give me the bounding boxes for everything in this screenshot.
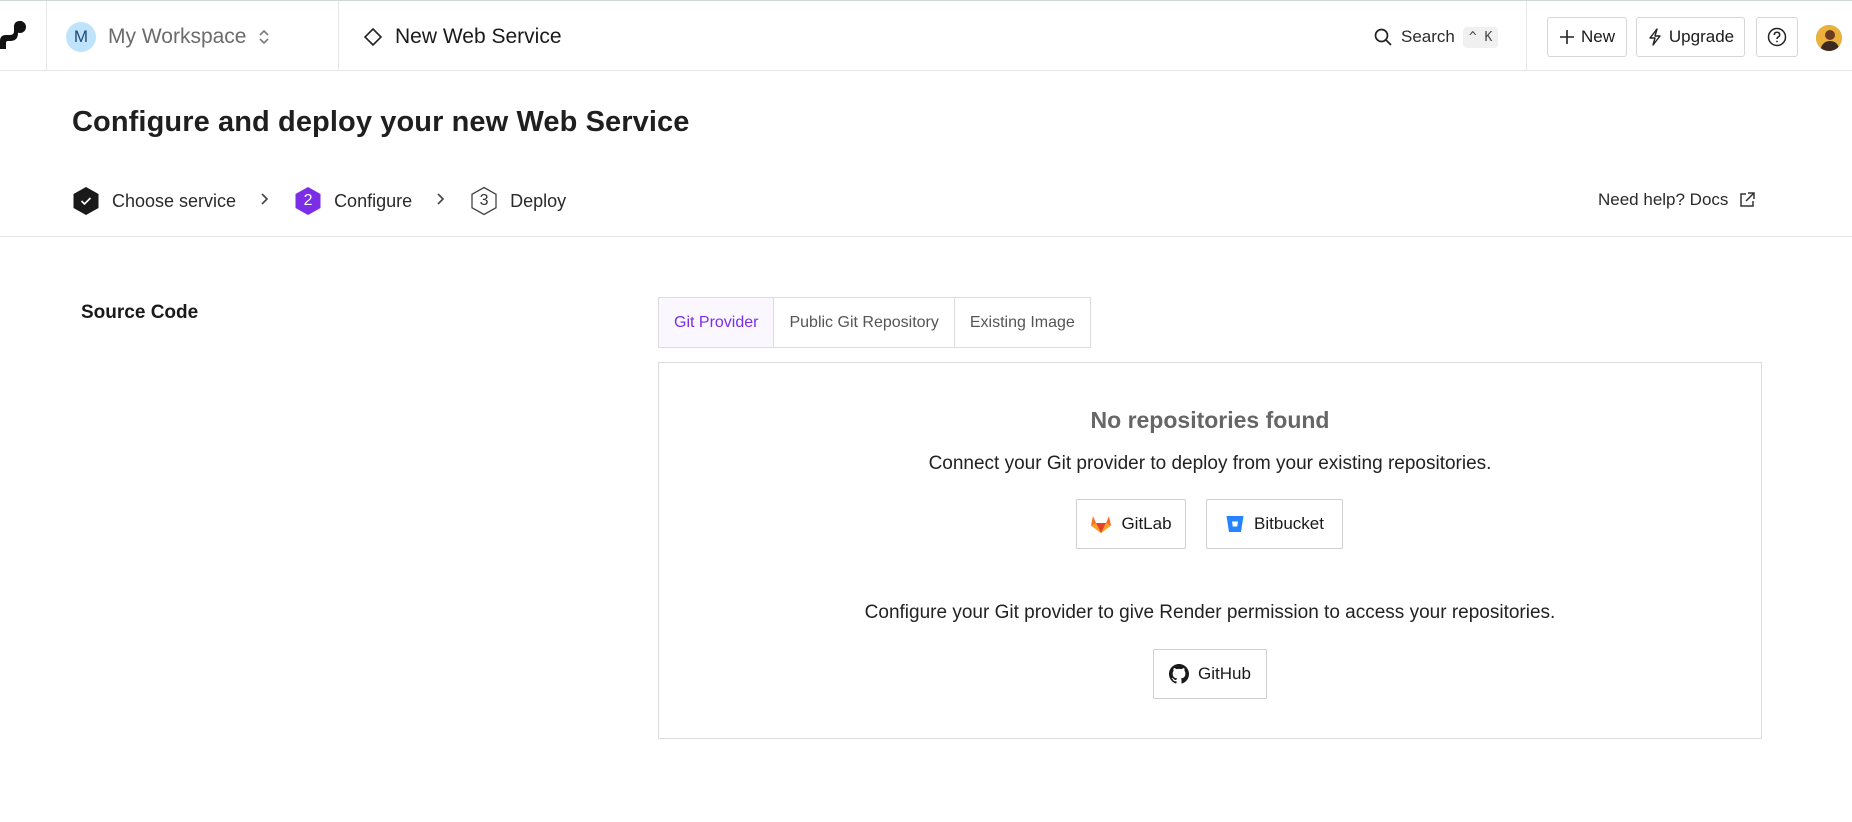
github-icon [1169, 664, 1190, 684]
docs-link[interactable]: Need help? Docs [1598, 190, 1756, 210]
breadcrumb-label: New Web Service [395, 25, 562, 48]
user-avatar[interactable] [1816, 25, 1842, 51]
plus-icon [1559, 30, 1574, 44]
help-icon [1767, 27, 1787, 47]
empty-state-title: No repositories found [1090, 407, 1330, 433]
gitlab-button[interactable]: GitLab [1076, 499, 1186, 549]
step-configure[interactable]: 2 Configure [294, 186, 412, 216]
avatar-image [1816, 25, 1842, 51]
search-button[interactable]: Search ^ K [1373, 23, 1499, 51]
new-button-label: New [1580, 27, 1615, 46]
tab-public-git-repository[interactable]: Public Git Repository [774, 298, 955, 347]
repository-panel: No repositories found Connect your Git p… [658, 362, 1762, 739]
github-button-label: GitHub [1198, 664, 1251, 683]
stepper: Choose service 2 Configure 3 Deploy [72, 186, 566, 216]
upgrade-button-label: Upgrade [1668, 27, 1735, 46]
chevron-right-icon [436, 192, 446, 211]
search-icon [1374, 28, 1392, 46]
connect-description: Connect your Git provider to deploy from… [928, 453, 1492, 474]
gitlab-icon [1091, 516, 1112, 533]
tab-git-provider[interactable]: Git Provider [659, 298, 775, 347]
step-label: Choose service [112, 190, 237, 211]
search-label: Search [1401, 27, 1455, 46]
step-choose-service[interactable]: Choose service [72, 186, 236, 216]
logo-icon[interactable] [0, 21, 28, 51]
workspace-avatar: M [66, 22, 96, 52]
docs-link-label: Need help? Docs [1598, 190, 1729, 209]
step-label: Deploy [510, 190, 567, 211]
external-link-icon [1740, 192, 1756, 207]
github-button[interactable]: GitHub [1153, 649, 1267, 699]
diamond-icon [363, 27, 383, 47]
section-title: Source Code [81, 302, 199, 323]
divider [46, 1, 47, 71]
bitbucket-icon [1226, 516, 1244, 532]
lightning-icon [1649, 28, 1661, 46]
tab-existing-image[interactable]: Existing Image [955, 298, 1090, 347]
chevron-updown-icon [259, 29, 270, 45]
divider [0, 236, 1852, 237]
hexagon-number-icon: 3 [470, 186, 498, 216]
upgrade-button[interactable]: Upgrade [1636, 17, 1745, 57]
workspace-switcher[interactable]: M My Workspace [66, 21, 270, 53]
divider [338, 1, 339, 71]
chevron-right-icon [260, 192, 270, 211]
configure-description: Configure your Git provider to give Rend… [864, 602, 1556, 623]
step-label: Configure [334, 190, 413, 211]
top-bar: M My Workspace New Web Service Search ^ … [0, 0, 1852, 71]
divider [1526, 1, 1527, 71]
gitlab-button-label: GitLab [1121, 514, 1172, 533]
check-hexagon-icon [73, 187, 99, 215]
help-button[interactable] [1756, 17, 1798, 57]
bitbucket-button[interactable]: Bitbucket [1206, 499, 1343, 549]
step-deploy[interactable]: 3 Deploy [470, 186, 566, 216]
page-title: Configure and deploy your new Web Servic… [72, 106, 690, 138]
workspace-name: My Workspace [108, 25, 247, 48]
step-number: 3 [479, 192, 489, 209]
new-button[interactable]: New [1547, 17, 1627, 57]
hexagon-number-icon: 2 [294, 186, 322, 216]
breadcrumb: New Web Service [363, 21, 562, 53]
search-shortcut: ^ K [1462, 26, 1499, 48]
step-number: 2 [303, 192, 313, 209]
bitbucket-button-label: Bitbucket [1254, 514, 1324, 533]
source-tabs: Git Provider Public Git Repository Exist… [658, 297, 1091, 348]
